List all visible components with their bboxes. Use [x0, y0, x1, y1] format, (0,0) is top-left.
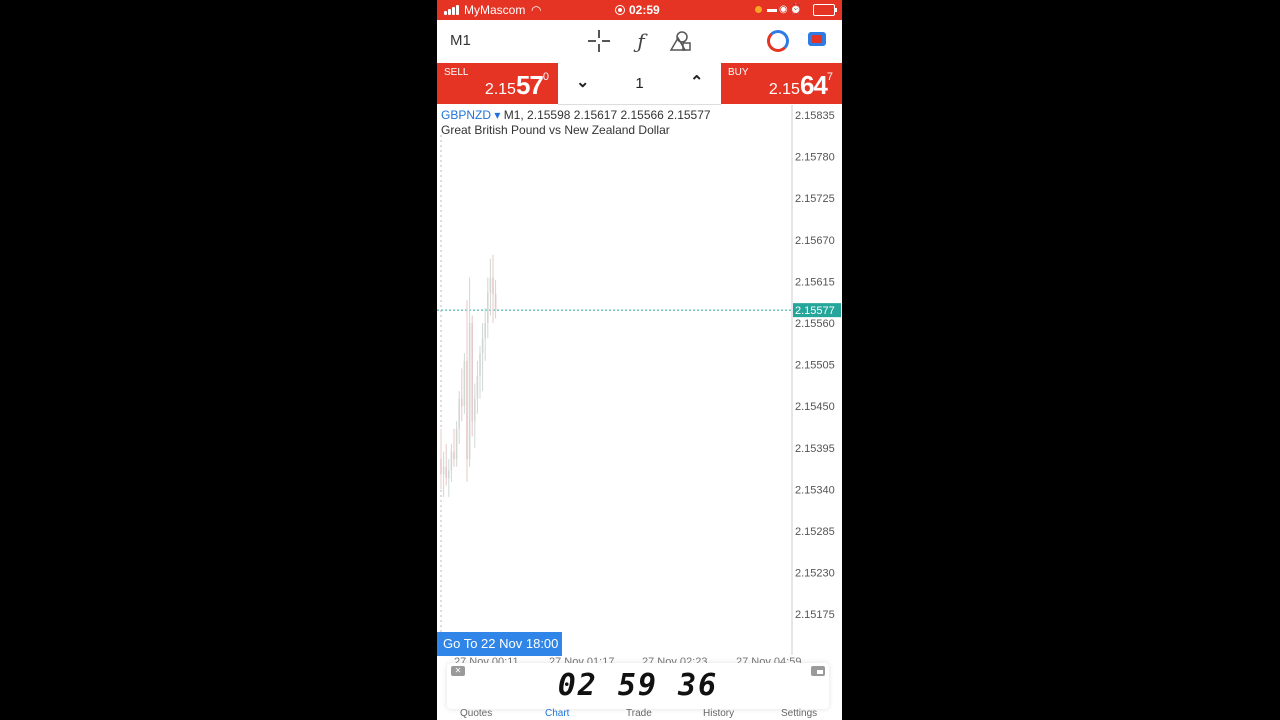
- price-tick-label: 2.15230: [795, 568, 835, 580]
- price-tick-label: 2.15285: [795, 526, 835, 538]
- candle-body: [450, 451, 453, 471]
- carrier-name: MyMascom: [464, 3, 526, 17]
- trade-server-icon[interactable]: [767, 30, 789, 52]
- price-tick-label: 2.15780: [795, 152, 835, 164]
- price-tick-label: 2.15615: [795, 276, 835, 288]
- one-click-trading-panel: SELL 2.15570 ⌄ 1 ⌃ BUY 2.15647: [437, 63, 842, 105]
- price-tick-label: 2.15505: [795, 360, 835, 372]
- candle-body: [481, 338, 484, 354]
- goto-date-button[interactable]: Go To 22 Nov 18:00: [437, 632, 562, 656]
- candle-body: [453, 451, 455, 460]
- lot-increase-chevron-up-icon[interactable]: ⌃: [690, 72, 703, 92]
- symbol-dropdown-icon[interactable]: ▾: [491, 108, 504, 122]
- status-time: 02:59: [629, 3, 660, 17]
- account-icon[interactable]: [808, 32, 826, 46]
- candle-body: [474, 398, 476, 422]
- candle-body: [466, 360, 468, 460]
- symbol-selector[interactable]: GBPNZD: [441, 108, 491, 122]
- candle-body: [476, 375, 479, 399]
- tab-history[interactable]: History: [703, 708, 734, 719]
- price-tick-label: 2.15560: [795, 318, 835, 330]
- price-chart[interactable]: 2.15835 2.15780 2.15725 2.15670 2.15615 2.155…: [437, 105, 842, 665]
- price-tick-label: 2.15450: [795, 401, 835, 413]
- candle-body: [440, 459, 442, 475]
- chart-canvas[interactable]: 2.15835 2.15780 2.15725 2.15670 2.15615 2.155…: [437, 105, 842, 665]
- countdown-value: 02 59 36: [557, 668, 719, 703]
- candle-body: [487, 292, 489, 323]
- candle-body: [492, 277, 494, 295]
- indicators-icon[interactable]: ƒ: [628, 28, 654, 54]
- candle-body: [494, 294, 497, 311]
- candle-body: [468, 323, 471, 460]
- battery-icon: [813, 4, 837, 16]
- sell-button[interactable]: SELL 2.15570: [437, 63, 558, 104]
- candle-body: [471, 323, 473, 422]
- chart-info: GBPNZD ▾ M1, 2.15598 2.15617 2.15566 2.1…: [441, 108, 711, 138]
- price-tick-label: 2.15835: [795, 110, 835, 122]
- status-icons: ▬◉⏰: [767, 4, 805, 15]
- candle-body: [445, 466, 447, 479]
- price-tick-label: 2.15670: [795, 235, 835, 247]
- candle-body: [455, 428, 458, 460]
- price-tick-label: 2.15175: [795, 609, 835, 621]
- buy-button[interactable]: BUY 2.15647: [721, 63, 842, 104]
- objects-icon[interactable]: [667, 28, 693, 54]
- candle-body: [484, 323, 486, 339]
- buy-price: 2.15647: [768, 70, 833, 100]
- crosshair-icon[interactable]: [586, 28, 612, 54]
- screen-record-icon: [615, 5, 625, 15]
- signal-icon: [444, 5, 461, 15]
- candle-body: [458, 398, 460, 429]
- buy-label: BUY: [728, 67, 749, 78]
- tab-trade[interactable]: Trade: [626, 708, 652, 719]
- price-tick-label: 2.15340: [795, 484, 835, 496]
- status-bar: MyMascom ◠ 02:59 ▬◉⏰: [437, 0, 842, 20]
- chart-toolbar: M1 ƒ: [437, 20, 842, 63]
- price-tick-label: 2.15395: [795, 443, 835, 455]
- bottom-tab-bar: Quotes Chart Trade History Settings: [437, 708, 842, 720]
- candle-body: [489, 277, 492, 293]
- sell-label: SELL: [444, 67, 469, 78]
- sell-price: 2.15570: [484, 70, 549, 100]
- tab-quotes[interactable]: Quotes: [460, 708, 492, 719]
- countdown-timer-overlay: ✕ 02 59 36: [447, 663, 829, 709]
- ohlc-values: M1, 2.15598 2.15617 2.15566 2.15577: [503, 108, 711, 122]
- wifi-icon: ◠: [531, 3, 542, 17]
- lot-size-control: ⌄ 1 ⌃: [558, 63, 721, 105]
- mic-indicator-icon: [755, 6, 762, 13]
- tab-chart[interactable]: Chart: [545, 708, 569, 719]
- phone-screen: MyMascom ◠ 02:59 ▬◉⏰ M1 ƒ SELL 2.15570 ⌄…: [437, 0, 842, 720]
- candle-body: [479, 353, 481, 376]
- candle-body: [448, 470, 450, 479]
- price-tick-label: 2.15725: [795, 193, 835, 205]
- tab-settings[interactable]: Settings: [781, 708, 817, 719]
- candle-body: [442, 466, 445, 475]
- candle-body: [463, 360, 466, 407]
- symbol-description: Great British Pound vs New Zealand Dolla…: [441, 123, 670, 137]
- timeframe-button[interactable]: M1: [450, 32, 471, 49]
- candle-body: [461, 398, 463, 407]
- current-price-label: 2.15577: [795, 305, 835, 317]
